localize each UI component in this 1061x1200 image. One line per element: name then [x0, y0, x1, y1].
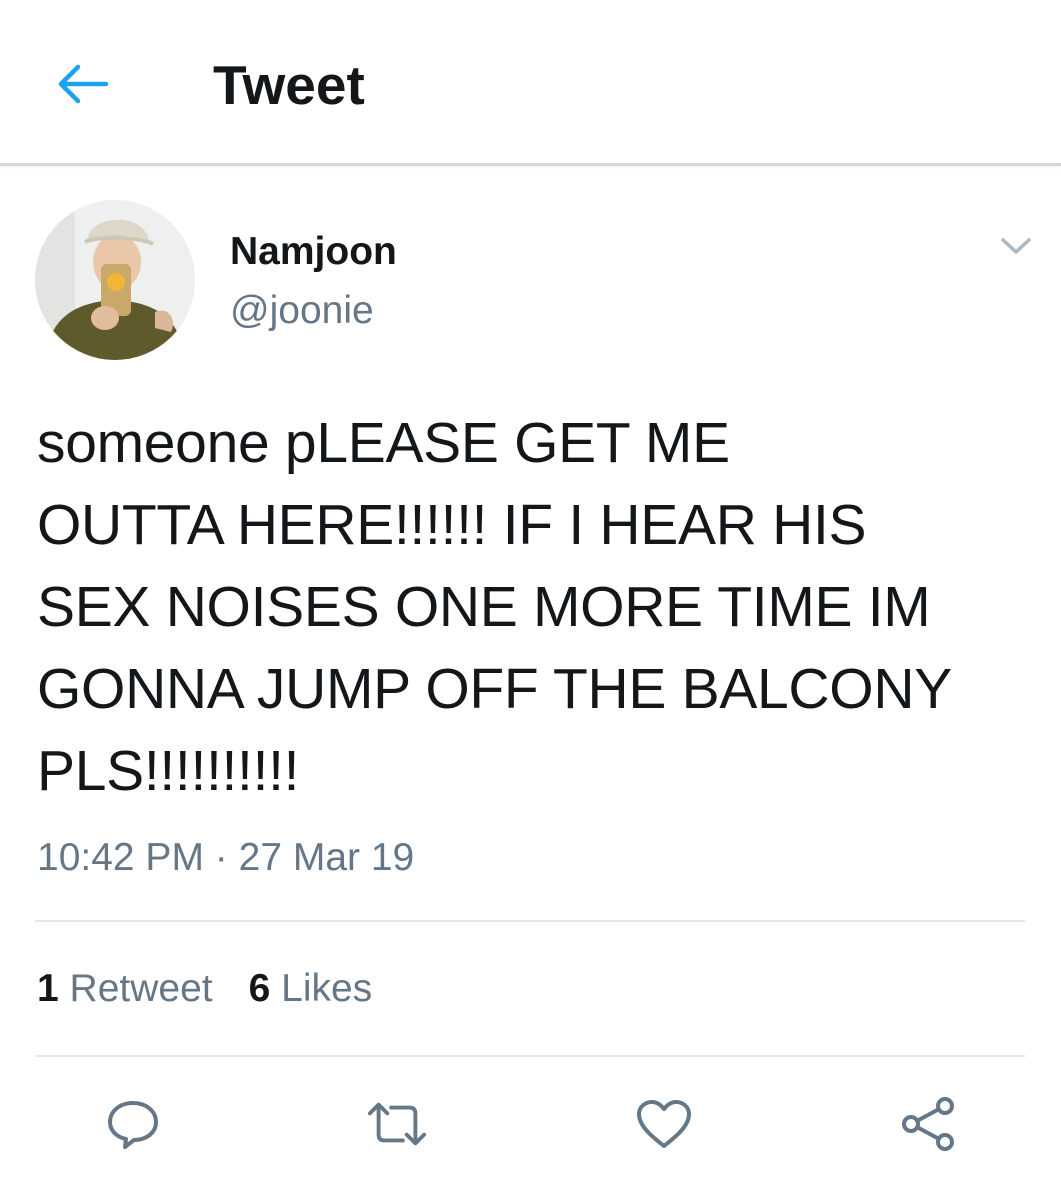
retweets-count: 1	[37, 967, 59, 1010]
share-icon	[902, 1097, 954, 1151]
reply-icon	[108, 1101, 158, 1149]
tweet-date: 27 Mar 19	[238, 836, 415, 879]
likes-stat[interactable]: 6 Likes	[249, 965, 373, 1013]
heart-icon	[637, 1100, 691, 1148]
timestamp-separator: ·	[214, 836, 228, 879]
retweet-icon	[367, 1102, 427, 1146]
top-bar: Tweet	[0, 0, 1061, 166]
back-button[interactable]	[50, 56, 114, 112]
reply-button[interactable]	[102, 1094, 164, 1154]
author-display-name[interactable]: Namjoon	[230, 228, 397, 276]
author-handle[interactable]: @joonie	[230, 287, 374, 335]
tweet-text: someone pLEASE GET ME OUTTA HERE!!!!!! I…	[37, 411, 952, 803]
tweet-options-button[interactable]	[996, 230, 1036, 262]
tweet-screen: Tweet Namjoon @joonie someone pLEASE GET…	[0, 0, 1061, 1200]
tweet-timestamp: 10:42 PM · 27 Mar 19	[37, 835, 414, 881]
divider	[35, 920, 1025, 922]
share-button[interactable]	[898, 1094, 960, 1154]
retweets-stat[interactable]: 1 Retweet	[37, 965, 213, 1013]
tweet-stats: 1 Retweet 6 Likes	[37, 965, 372, 1013]
divider	[35, 1055, 1025, 1057]
like-button[interactable]	[633, 1094, 695, 1154]
chevron-down-icon	[1001, 238, 1031, 254]
tweet-time: 10:42 PM	[37, 836, 204, 879]
retweets-label: Retweet	[69, 967, 213, 1010]
profile-photo	[35, 200, 195, 360]
page-title: Tweet	[213, 54, 365, 116]
arrow-left-icon	[58, 64, 109, 104]
likes-label: Likes	[281, 967, 373, 1010]
retweet-button[interactable]	[366, 1094, 428, 1154]
likes-count: 6	[248, 967, 271, 1010]
avatar[interactable]	[35, 200, 195, 360]
